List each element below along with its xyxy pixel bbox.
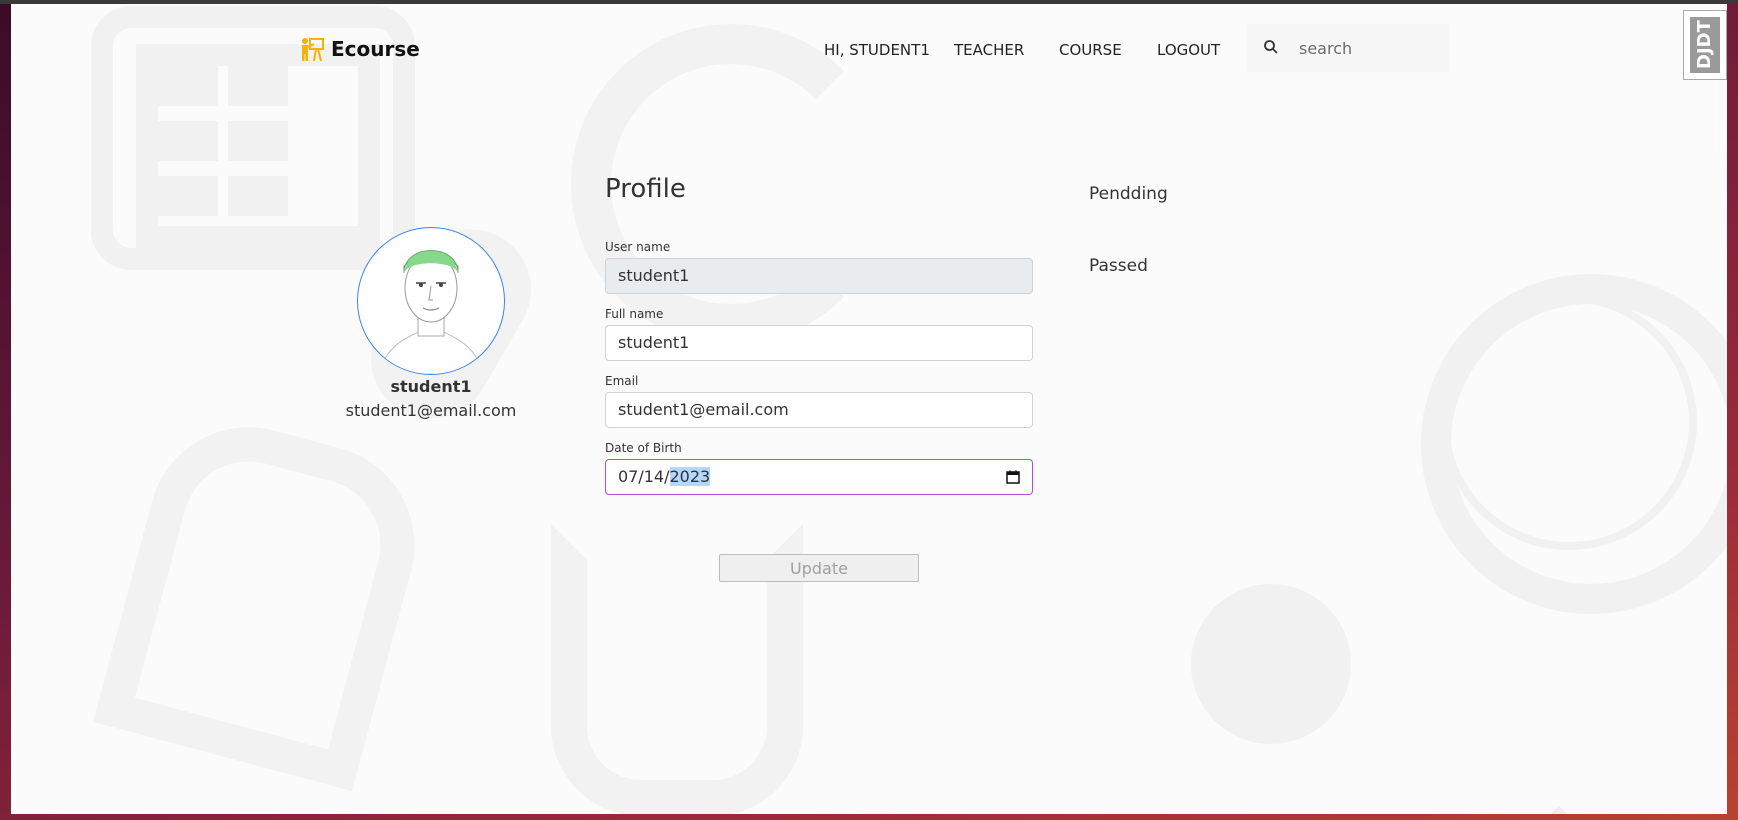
page-title: Profile bbox=[605, 174, 686, 204]
search-icon[interactable] bbox=[1263, 39, 1279, 55]
avatar-face-image bbox=[377, 250, 485, 374]
nav-greeting[interactable]: HI, STUDENT1 bbox=[824, 41, 930, 59]
dob-field[interactable]: 07/14/2023 bbox=[605, 459, 1033, 495]
browser-viewport: Ecourse HI, STUDENT1 TEACHER COURSE LOGO… bbox=[11, 4, 1727, 814]
avatar bbox=[357, 227, 505, 375]
email-field[interactable]: student1@email.com bbox=[605, 392, 1033, 428]
avatar-email: student1@email.com bbox=[345, 401, 517, 420]
pending-link[interactable]: Pendding bbox=[1089, 184, 1168, 204]
email-label: Email bbox=[605, 374, 639, 388]
fullname-field[interactable]: student1 bbox=[605, 325, 1033, 361]
nav-logout[interactable]: LOGOUT bbox=[1157, 41, 1220, 59]
avatar-name: student1 bbox=[390, 377, 472, 396]
pi-watermark-icon bbox=[93, 404, 437, 792]
brand-logo[interactable]: Ecourse bbox=[299, 36, 420, 62]
update-button[interactable]: Update bbox=[719, 554, 919, 582]
search-box bbox=[1247, 24, 1449, 72]
brand-name: Ecourse bbox=[331, 37, 420, 61]
fullname-label: Full name bbox=[605, 307, 664, 321]
username-label: User name bbox=[605, 240, 671, 254]
djdt-label: DJDT bbox=[1690, 17, 1720, 73]
passed-link[interactable]: Passed bbox=[1089, 256, 1148, 276]
search-input[interactable] bbox=[1297, 35, 1441, 61]
compass-inner-watermark-icon bbox=[1441, 294, 1697, 550]
dob-year: 2023 bbox=[669, 467, 711, 486]
dob-month-day: 07/14/ bbox=[618, 467, 670, 486]
calendar-icon[interactable] bbox=[1006, 470, 1020, 484]
debug-toolbar-handle[interactable]: DJDT bbox=[1683, 10, 1727, 80]
scroll-up-icon[interactable] bbox=[1551, 806, 1567, 814]
nav-teacher[interactable]: TEACHER bbox=[954, 41, 1024, 59]
flower-watermark-icon bbox=[1191, 584, 1351, 744]
username-field[interactable]: student1 bbox=[605, 258, 1033, 294]
nav-course[interactable]: COURSE bbox=[1059, 41, 1122, 59]
site-header: Ecourse HI, STUDENT1 TEACHER COURSE LOGO… bbox=[11, 4, 1727, 94]
teacher-board-icon bbox=[302, 38, 324, 62]
dob-label: Date of Birth bbox=[605, 441, 682, 455]
